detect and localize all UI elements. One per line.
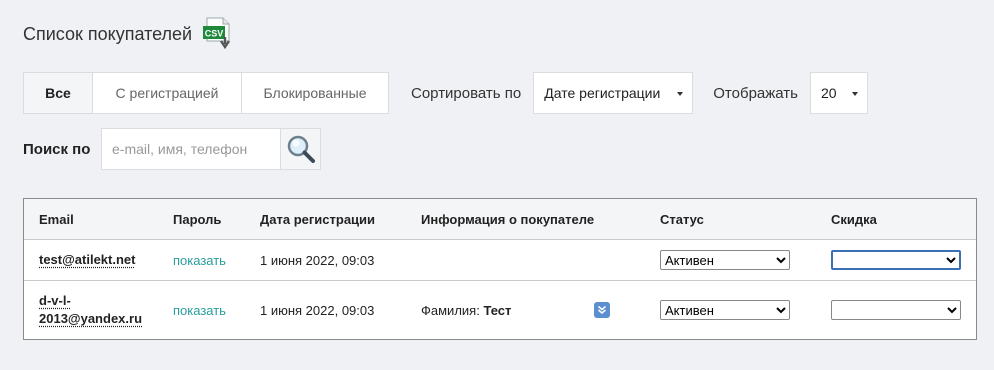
page-title: Список покупателей	[23, 23, 193, 44]
title-row: Список покупателей CSV	[23, 16, 236, 52]
tab-blocked[interactable]: Блокированные	[241, 73, 388, 113]
search-label: Поиск по	[23, 140, 91, 158]
header-email: Email	[39, 211, 74, 227]
info-label: Фамилия:	[421, 302, 480, 318]
info-value: Тест	[483, 302, 512, 318]
tab-registered[interactable]: С регистрацией	[92, 73, 241, 113]
discount-select[interactable]	[831, 250, 961, 270]
customer-info: Фамилия: Тест	[421, 281, 511, 339]
email-line-1: d-v-l-	[39, 293, 71, 308]
header-info: Информация о покупателе	[421, 211, 595, 227]
email-line-2: 2013@yandex.ru	[39, 311, 143, 326]
search-input[interactable]	[101, 128, 281, 170]
sort-label: Сортировать по	[411, 84, 522, 102]
csv-icon-text: CSV	[205, 29, 224, 39]
reg-date: 1 июня 2022, 09:03	[260, 252, 375, 268]
discount-select[interactable]	[831, 300, 961, 320]
search-row: Поиск по	[23, 128, 321, 170]
header-password: Пароль	[173, 211, 222, 227]
show-password-link[interactable]: показать	[173, 303, 226, 318]
header-status: Статус	[660, 211, 704, 227]
table-header-row: Email Пароль Дата регистрации Информация…	[24, 199, 976, 239]
status-select[interactable]: Активен	[660, 300, 790, 320]
sort-value: Дате регистрации	[544, 85, 661, 101]
caret-down-icon	[677, 92, 684, 96]
display-label: Отображать	[713, 84, 798, 102]
toolbar: Все С регистрацией Блокированные Сортиро…	[23, 72, 868, 114]
display-count-dropdown[interactable]: 20	[810, 72, 868, 114]
customer-email-link[interactable]: d-v-l- 2013@yandex.ru	[39, 292, 142, 328]
show-password-link[interactable]: показать	[173, 253, 226, 268]
display-value: 20	[821, 85, 837, 101]
search-button[interactable]	[281, 128, 321, 170]
filter-tabs: Все С регистрацией Блокированные	[23, 72, 389, 114]
csv-export-icon[interactable]: CSV	[202, 17, 236, 51]
customer-email-link[interactable]: test@atilekt.net	[39, 251, 135, 269]
table-row: d-v-l- 2013@yandex.ru показать 1 июня 20…	[24, 280, 976, 339]
header-reg-date: Дата регистрации	[260, 211, 376, 227]
table-row: test@atilekt.net показать 1 июня 2022, 0…	[24, 239, 976, 280]
status-select[interactable]: Активен	[660, 250, 790, 270]
customers-table: Email Пароль Дата регистрации Информация…	[23, 198, 977, 340]
caret-down-icon	[852, 92, 858, 96]
double-chevron-down-icon	[597, 305, 607, 315]
magnifier-icon	[287, 135, 315, 163]
header-discount: Скидка	[831, 211, 877, 227]
tab-all[interactable]: Все	[24, 73, 92, 113]
sort-dropdown[interactable]: Дате регистрации	[533, 72, 694, 114]
expand-info-button[interactable]	[594, 302, 610, 318]
reg-date: 1 июня 2022, 09:03	[260, 302, 375, 318]
